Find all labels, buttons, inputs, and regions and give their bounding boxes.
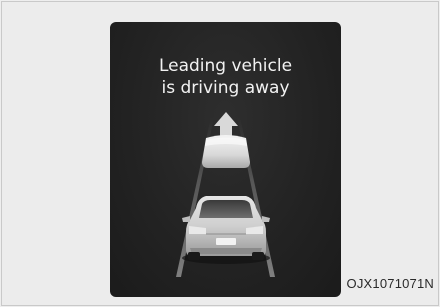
figure-frame: Leading vehicle is driving away OJX10710… — [1, 1, 439, 306]
figure-code: OJX1071071N — [346, 276, 434, 291]
up-arrow-icon — [214, 112, 238, 136]
leading-vehicle-icon — [202, 135, 250, 168]
cluster-display: Leading vehicle is driving away — [110, 22, 341, 297]
road-scene — [176, 112, 275, 277]
